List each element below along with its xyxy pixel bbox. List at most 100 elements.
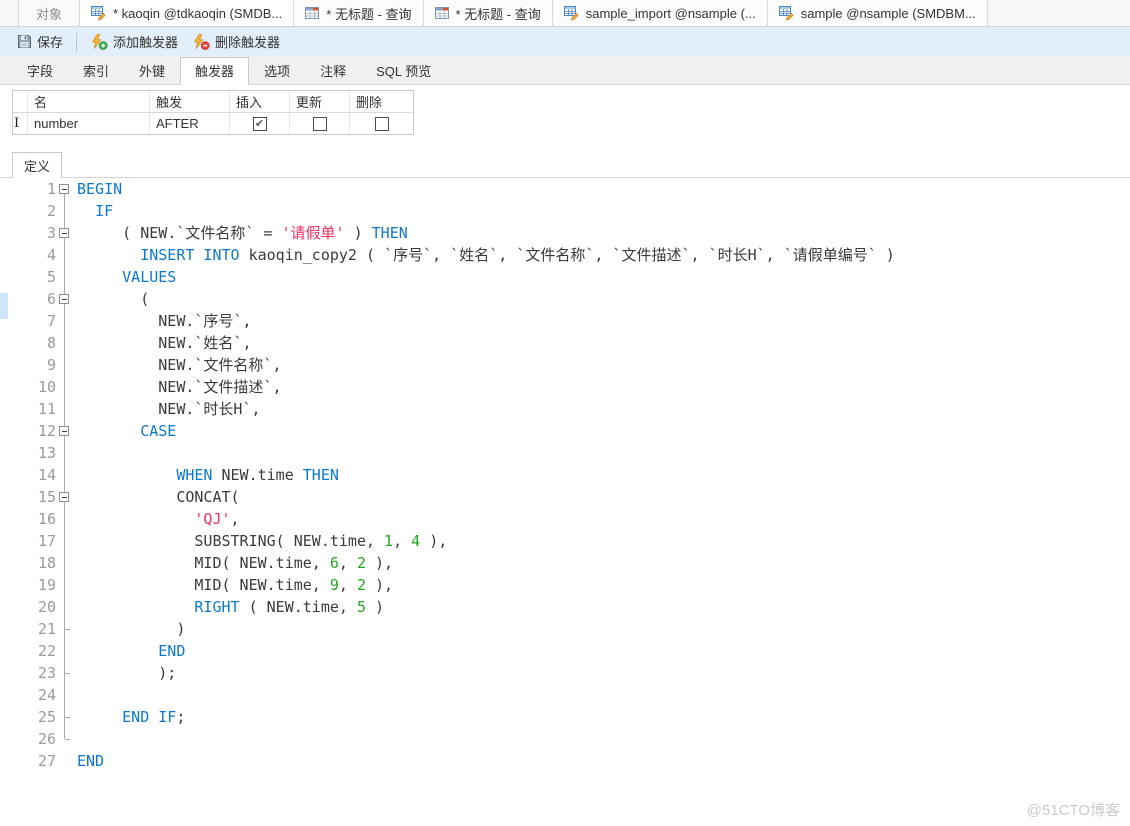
code-line[interactable]: 5 VALUES bbox=[0, 266, 1130, 288]
code-line[interactable]: 1 BEGIN bbox=[0, 178, 1130, 200]
delete-trigger-button[interactable]: 删除触发器 bbox=[185, 29, 287, 54]
table-row[interactable]: I number AFTER ✔ bbox=[13, 113, 413, 134]
code-line[interactable]: 2 IF bbox=[0, 200, 1130, 222]
line-number: 17 bbox=[0, 530, 56, 552]
doc-tab-label: 对象 bbox=[36, 4, 62, 23]
fold-marker[interactable] bbox=[56, 640, 73, 662]
fold-marker[interactable] bbox=[56, 398, 73, 420]
column-header-update[interactable]: 更新 bbox=[290, 91, 350, 112]
tab-foreign-keys[interactable]: 外键 bbox=[124, 57, 180, 84]
line-number: 21 bbox=[0, 618, 56, 640]
tab-indexes[interactable]: 索引 bbox=[68, 57, 124, 84]
trigger-timing-cell[interactable]: AFTER bbox=[150, 113, 230, 134]
fold-marker[interactable] bbox=[56, 332, 73, 354]
doc-tab-4[interactable]: * 无标题 - 查询 bbox=[424, 0, 553, 26]
code-text: ( NEW.`文件名称` = '请假单' ) THEN bbox=[77, 222, 408, 244]
tab-sql-preview[interactable]: SQL 预览 bbox=[361, 57, 446, 84]
code-line[interactable]: 23 ); bbox=[0, 662, 1130, 684]
delete-trigger-label: 删除触发器 bbox=[215, 32, 280, 51]
tab-options[interactable]: 选项 bbox=[249, 57, 305, 84]
fold-marker[interactable] bbox=[56, 244, 73, 266]
save-button[interactable]: 保存 bbox=[10, 29, 70, 54]
fold-marker[interactable] bbox=[56, 684, 73, 706]
code-line[interactable]: 7 NEW.`序号`, bbox=[0, 310, 1130, 332]
fold-marker[interactable] bbox=[56, 354, 73, 376]
code-line[interactable]: 14 WHEN NEW.time THEN bbox=[0, 464, 1130, 486]
code-line[interactable]: 4 INSERT INTO kaoqin_copy2 ( `序号`, `姓名`,… bbox=[0, 244, 1130, 266]
code-line[interactable]: 21 ) bbox=[0, 618, 1130, 640]
column-header-fires[interactable]: 触发 bbox=[150, 91, 230, 112]
code-line[interactable]: 13 bbox=[0, 442, 1130, 464]
code-line[interactable]: 3 ( NEW.`文件名称` = '请假单' ) THEN bbox=[0, 222, 1130, 244]
fold-marker[interactable] bbox=[56, 486, 73, 508]
fold-marker[interactable] bbox=[56, 222, 73, 244]
trigger-name-cell[interactable]: number bbox=[28, 113, 150, 134]
code-line[interactable]: 26 bbox=[0, 728, 1130, 750]
fold-marker[interactable] bbox=[56, 376, 73, 398]
code-line[interactable]: 18 MID( NEW.time, 6, 2 ), bbox=[0, 552, 1130, 574]
fold-marker[interactable] bbox=[56, 420, 73, 442]
fold-marker[interactable] bbox=[56, 552, 73, 574]
code-line[interactable]: 25 END IF; bbox=[0, 706, 1130, 728]
table-edit-icon bbox=[91, 5, 107, 21]
fold-marker[interactable] bbox=[56, 288, 73, 310]
doc-tab-5[interactable]: sample_import @nsample (... bbox=[553, 0, 768, 26]
code-text: END bbox=[77, 750, 104, 772]
tab-fields[interactable]: 字段 bbox=[12, 57, 68, 84]
update-checkbox[interactable] bbox=[313, 117, 327, 131]
line-number: 12 bbox=[0, 420, 56, 442]
code-text: WHEN NEW.time THEN bbox=[77, 464, 339, 486]
fold-marker[interactable] bbox=[56, 750, 73, 772]
code-line[interactable]: 6 ( bbox=[0, 288, 1130, 310]
code-text: ) bbox=[77, 618, 185, 640]
fold-marker[interactable] bbox=[56, 266, 73, 288]
fold-marker[interactable] bbox=[56, 596, 73, 618]
line-number: 9 bbox=[0, 354, 56, 376]
code-line[interactable]: 17 SUBSTRING( NEW.time, 1, 4 ), bbox=[0, 530, 1130, 552]
fold-marker[interactable] bbox=[56, 530, 73, 552]
fold-marker[interactable] bbox=[56, 200, 73, 222]
fold-marker[interactable] bbox=[56, 706, 73, 728]
tab-triggers[interactable]: 触发器 bbox=[180, 57, 249, 85]
doc-tab-1[interactable]: 对象 bbox=[18, 0, 80, 26]
column-header-name[interactable]: 名 bbox=[28, 91, 150, 112]
code-line[interactable]: 27END bbox=[0, 750, 1130, 772]
code-text: BEGIN bbox=[77, 178, 122, 200]
column-header-delete[interactable]: 删除 bbox=[350, 91, 413, 112]
fold-marker[interactable] bbox=[56, 618, 73, 640]
doc-tab-2[interactable]: * kaoqin @tdkaoqin (SMDB... bbox=[80, 0, 294, 26]
doc-tab-3[interactable]: * 无标题 - 查询 bbox=[294, 0, 423, 26]
code-line[interactable]: 11 NEW.`时长H`, bbox=[0, 398, 1130, 420]
tab-comment[interactable]: 注释 bbox=[305, 57, 361, 84]
delete-checkbox[interactable] bbox=[375, 117, 389, 131]
code-line[interactable]: 9 NEW.`文件名称`, bbox=[0, 354, 1130, 376]
row-selector-cell[interactable]: I bbox=[13, 113, 28, 134]
doc-tab-6[interactable]: sample @nsample (SMDBM... bbox=[768, 0, 988, 26]
code-line[interactable]: 19 MID( NEW.time, 9, 2 ), bbox=[0, 574, 1130, 596]
code-line[interactable]: 24 bbox=[0, 684, 1130, 706]
fold-marker[interactable] bbox=[56, 508, 73, 530]
code-line[interactable]: 12 CASE bbox=[0, 420, 1130, 442]
tab-definition[interactable]: 定义 bbox=[12, 152, 62, 178]
code-line[interactable]: 16 'QJ', bbox=[0, 508, 1130, 530]
watermark: @51CTO博客 bbox=[1027, 799, 1120, 820]
line-number: 1 bbox=[0, 178, 56, 200]
fold-marker[interactable] bbox=[56, 442, 73, 464]
fold-marker[interactable] bbox=[56, 574, 73, 596]
sql-code-editor[interactable]: 1 BEGIN2 IF3 ( NEW.`文件名称` = '请假单' ) THEN4… bbox=[0, 178, 1130, 826]
line-number: 7 bbox=[0, 310, 56, 332]
fold-marker[interactable] bbox=[56, 464, 73, 486]
insert-checkbox[interactable]: ✔ bbox=[253, 117, 267, 131]
code-line[interactable]: 8 NEW.`姓名`, bbox=[0, 332, 1130, 354]
code-line[interactable]: 20 RIGHT ( NEW.time, 5 ) bbox=[0, 596, 1130, 618]
code-line[interactable]: 22 END bbox=[0, 640, 1130, 662]
fold-marker[interactable] bbox=[56, 728, 73, 750]
code-line[interactable]: 15 CONCAT( bbox=[0, 486, 1130, 508]
add-trigger-button[interactable]: 添加触发器 bbox=[83, 29, 185, 54]
toolbar: 保存 添加触发器 删除触发器 bbox=[0, 27, 1130, 56]
fold-marker[interactable] bbox=[56, 310, 73, 332]
fold-marker[interactable] bbox=[56, 178, 73, 200]
fold-marker[interactable] bbox=[56, 662, 73, 684]
column-header-insert[interactable]: 插入 bbox=[230, 91, 290, 112]
code-line[interactable]: 10 NEW.`文件描述`, bbox=[0, 376, 1130, 398]
